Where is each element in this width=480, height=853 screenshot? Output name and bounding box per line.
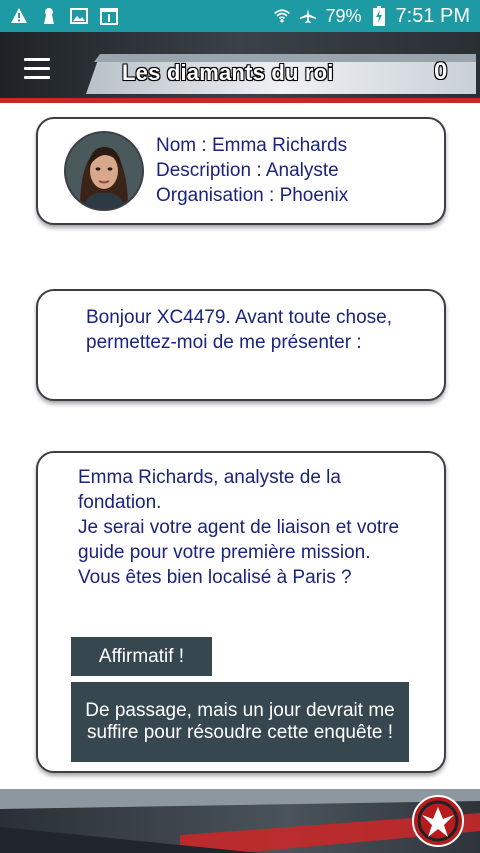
airplane-icon xyxy=(299,7,317,25)
message-card: Bonjour XC4479. Avant toute chose, perme… xyxy=(36,289,446,401)
message-line: Emma Richards, analyste de la fondation. xyxy=(78,467,341,513)
image-icon xyxy=(70,7,88,25)
score-counter: 0 xyxy=(434,58,448,85)
profile-card: Nom : Emma Richards Description : Analys… xyxy=(36,117,446,225)
message-text: Bonjour XC4479. Avant toute chose, perme… xyxy=(86,307,392,353)
battery-percent: 79% xyxy=(325,5,362,26)
profile-organisation: Organisation : Phoenix xyxy=(156,185,349,206)
wifi-icon xyxy=(273,7,291,25)
app-header: Les diamants du roi 0 xyxy=(0,32,480,104)
calendar-icon xyxy=(100,7,118,25)
passing-through-choice-button[interactable]: De passage, mais un jour devrait me suff… xyxy=(71,682,409,762)
profile-name: Nom : Emma Richards xyxy=(156,135,348,156)
message-line: Je serai votre agent de liaison et votre… xyxy=(78,517,400,588)
status-bar: 79% 7:51 PM xyxy=(0,0,480,32)
message-card-with-choices: Emma Richards, analyste de la fondation.… xyxy=(36,451,446,773)
menu-button[interactable] xyxy=(24,52,64,84)
notification-icon xyxy=(40,7,58,25)
footer-banner xyxy=(0,783,480,853)
profile-description: Description : Analyste xyxy=(156,160,339,181)
affirmative-choice-button[interactable]: Affirmatif ! xyxy=(71,637,212,676)
warning-icon xyxy=(10,7,28,25)
battery-charging-icon xyxy=(370,6,388,26)
status-time: 7:51 PM xyxy=(395,4,470,27)
avatar xyxy=(66,133,142,209)
phoenix-logo-icon xyxy=(412,795,464,847)
hamburger-menu-icon xyxy=(24,57,50,61)
app-title: Les diamants du roi xyxy=(122,60,334,85)
message-text: Emma Richards, analyste de la fondation.… xyxy=(78,465,418,590)
